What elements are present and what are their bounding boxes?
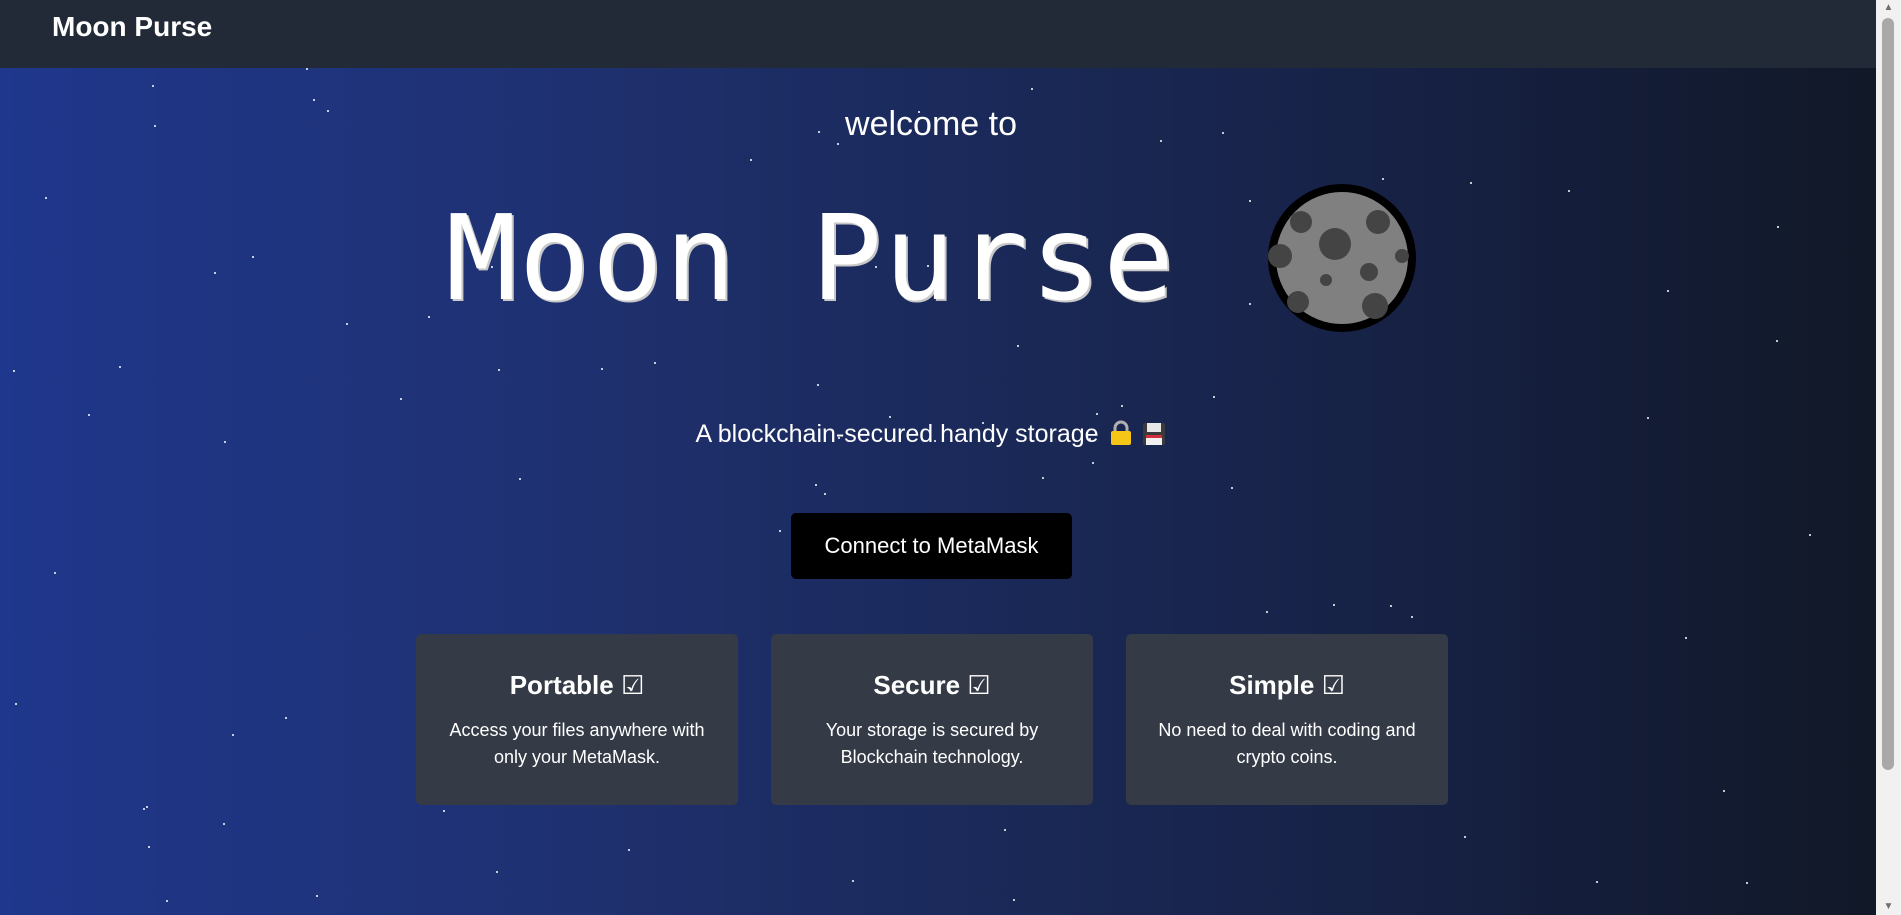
star-dot [779,530,781,532]
star-dot [817,384,819,386]
hero-section: welcome to Moon Purse A blockchain-secur… [0,68,1876,915]
star-dot [654,362,656,364]
star-dot [88,414,90,416]
star-dot [1390,605,1392,607]
page-title: Moon Purse [445,189,1177,327]
card-description: No need to deal with coding and crypto c… [1158,720,1416,767]
star-dot [1647,417,1649,419]
star-dot [1776,340,1778,342]
star-dot [1333,604,1335,606]
connect-metamask-button[interactable]: Connect to MetaMask [791,513,1072,579]
star-dot [1685,637,1687,639]
star-dot [119,366,121,368]
star-dot [316,895,318,897]
star-dot [1411,616,1413,618]
scroll-down-arrow-icon[interactable]: ▼ [1876,899,1901,915]
star-dot [815,484,817,486]
card-title: Portable ☑ [509,670,645,700]
feature-card-simple: Simple ☑ No need to deal with coding and… [1126,634,1448,805]
star-dot [1004,829,1006,831]
star-dot [750,159,752,161]
star-dot [306,68,308,70]
moon-icon [1268,184,1417,332]
lock-icon [1110,420,1131,445]
feature-card-portable: Portable ☑ Access your files anywhere wi… [416,634,738,805]
card-title: Secure ☑ [873,670,991,700]
star-dot [1042,477,1044,479]
welcome-text: welcome to [845,105,1017,143]
star-dot [1013,899,1015,901]
star-dot [889,416,891,418]
star-dot [54,572,56,574]
star-dot [1017,345,1019,347]
star-dot [628,849,630,851]
star-dot [1464,836,1466,838]
star-dot [443,810,445,812]
star-dot [1266,611,1268,613]
star-dot [1121,405,1123,407]
star-dot [166,900,168,902]
brand-logo[interactable]: Moon Purse [52,11,212,43]
star-dot [146,806,148,808]
star-dot [601,368,603,370]
scrollbar-thumb[interactable] [1882,18,1894,770]
star-dot [1092,462,1094,464]
star-dot [143,808,145,810]
star-dot [232,734,234,736]
star-dot [1382,178,1384,180]
star-dot [1723,790,1725,792]
star-dot [824,493,826,495]
star-dot [285,717,287,719]
star-dot [148,846,150,848]
star-dot [400,398,402,400]
star-dot [1213,396,1215,398]
tagline-text: A blockchain-secured handy storage [695,420,1099,448]
floppy-disk-icon [1143,423,1166,445]
star-dot [313,99,315,101]
star-dot [13,370,15,372]
star-dot [1231,487,1233,489]
card-title: Simple ☑ [1229,670,1345,700]
star-dot [1596,881,1598,883]
card-description: Access your files anywhere with only you… [449,720,705,767]
star-dot [15,703,17,705]
star-dot [223,823,225,825]
star-dot [1096,413,1098,415]
star-dot [852,880,854,882]
star-dot [1809,534,1811,536]
star-dot [152,85,154,87]
star-dot [498,369,500,371]
star-dot [496,871,498,873]
scroll-up-arrow-icon[interactable]: ▲ [1876,0,1901,16]
star-dot [1031,88,1033,90]
feature-card-secure: Secure ☑ Your storage is secured by Bloc… [771,634,1093,805]
card-description: Your storage is secured by Blockchain te… [825,720,1039,767]
vertical-scrollbar[interactable]: ▲ ▼ [1876,0,1901,915]
title-row: Moon Purse [0,184,1862,332]
star-dot [1746,882,1748,884]
star-dot [519,478,521,480]
tagline: A blockchain-secured handy storage [0,420,1862,449]
navbar: Moon Purse [0,0,1876,68]
